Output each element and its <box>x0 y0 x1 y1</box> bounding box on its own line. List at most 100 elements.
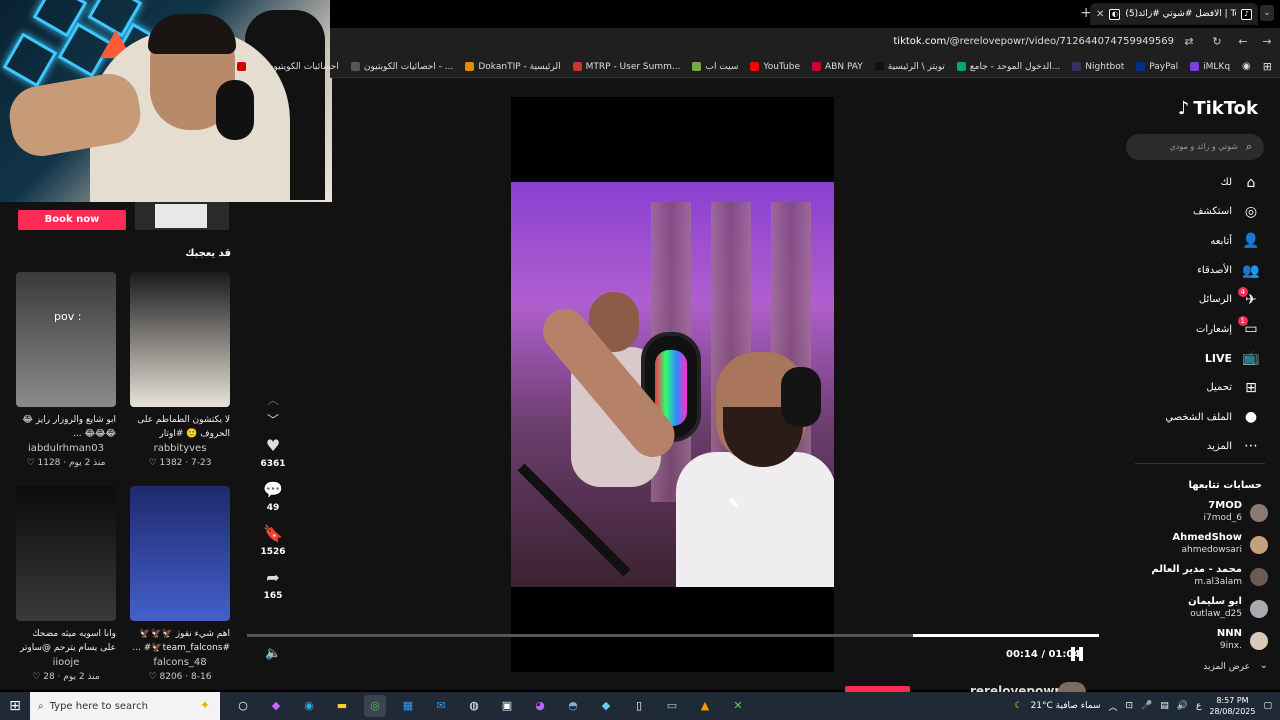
book-now-button[interactable]: Book now <box>18 210 126 230</box>
close-icon[interactable]: ✕ <box>1096 9 1104 20</box>
steam-icon[interactable]: ◓ <box>562 695 584 717</box>
video-person-foreground <box>676 452 834 587</box>
bookmark-item[interactable]: M - احصائيات الكويتيون <box>237 62 339 72</box>
edge-icon[interactable]: ◉ <box>298 695 320 717</box>
bookmark-item[interactable]: تويتر \ الرئيسية <box>874 62 945 72</box>
suggested-video-card[interactable]: لا يكتشون الطماطم على الحروف 🙂 #اوتار #ب… <box>130 272 230 468</box>
author-avatar[interactable] <box>1058 682 1086 692</box>
file-explorer-icon[interactable]: ▬ <box>331 695 353 717</box>
bookmark-favicon-icon <box>572 62 582 71</box>
video-thumbnail[interactable]: pov : <box>16 272 116 407</box>
chevron-up-icon[interactable]: ︿ <box>1108 700 1117 713</box>
following-account[interactable]: NNN 9inx. <box>1099 628 1280 660</box>
store-icon[interactable]: ▦ <box>397 695 419 717</box>
suggested-video-card[interactable]: اهم شيء نفوز 🦅🦅🦅 #team_falcons🦅# ... fal… <box>130 486 230 682</box>
heart-icon[interactable]: ♥ <box>266 436 280 456</box>
might-like-heading: قد يعجبك <box>185 248 231 259</box>
sidebar-item-profile[interactable]: الملف الشخصي ● <box>1099 402 1280 431</box>
sidebar-item-friends[interactable]: الأصدقاء 👥 <box>1099 256 1280 285</box>
comment-icon[interactable]: 💬 <box>263 480 283 500</box>
network-icon[interactable]: ⊡ <box>1126 701 1134 711</box>
windows-start-icon[interactable]: ⊞ <box>0 692 30 720</box>
tab-tiktok[interactable]: ✕ ◐ (5)الأفضل #شوتي #زائد | Tok ♪ <box>1090 3 1258 25</box>
video-player[interactable] <box>511 182 834 587</box>
bookmark-item[interactable]: الدخول الموحد - جامع... <box>956 62 1060 72</box>
share-icon[interactable]: ➦ <box>266 568 279 588</box>
forward-icon[interactable]: → <box>1260 35 1274 49</box>
bookmark-item[interactable]: PayPal <box>1136 62 1178 72</box>
excel-icon[interactable]: ✕ <box>727 695 749 717</box>
video-thumbnail[interactable] <box>130 486 230 621</box>
following-account[interactable]: محمد - مدير العالم m.al3alam <box>1099 564 1280 596</box>
video-thumbnail[interactable] <box>16 486 116 621</box>
taskbar-search[interactable]: ⌕ Type here to search ✦ <box>30 692 220 720</box>
obs-icon[interactable]: ◍ <box>463 695 485 717</box>
chevron-down-icon[interactable]: ⌄ <box>1260 660 1268 671</box>
streamlabs-icon[interactable]: ▲ <box>694 695 716 717</box>
following-account[interactable]: ابو سليمان outlaw_d25 <box>1099 596 1280 628</box>
language-indicator[interactable]: ع <box>1196 701 1201 711</box>
capcut-icon[interactable]: ▣ <box>496 695 518 717</box>
bookmark-item[interactable]: Nightbot <box>1072 62 1124 72</box>
site-settings-icon[interactable]: ⇄ <box>1182 35 1196 49</box>
notification-icon[interactable]: ▢ <box>1263 701 1272 711</box>
video-thumbnail[interactable] <box>130 272 230 407</box>
account-handle: 9inx. <box>1219 641 1242 651</box>
outlook-icon[interactable]: ✉ <box>430 695 452 717</box>
bookmark-item[interactable]: iMLKq <box>1190 62 1230 72</box>
sidebar-item-compass[interactable]: استكشف ◎ <box>1099 197 1280 226</box>
messenger-icon[interactable]: ◕ <box>529 695 551 717</box>
video-caption: وانا اسويه ميثه مضحك على يسام يترحم @ساو… <box>19 629 116 653</box>
video-username[interactable]: falcons_48 <box>130 657 230 668</box>
reload-icon[interactable]: ↻ <box>1210 35 1224 49</box>
back-icon[interactable]: ← <box>1236 35 1250 49</box>
sidebar-item-follow[interactable]: أتابعه 👤 <box>1099 227 1280 256</box>
bookmark-item[interactable]: سيت اب <box>692 62 738 72</box>
tab-search-button[interactable]: ⌄ <box>1260 5 1274 21</box>
url-field[interactable]: tiktok.com/@rerelovepowr/video/712644074… <box>893 36 1174 47</box>
document-icon[interactable]: ▯ <box>628 695 650 717</box>
pause-icon[interactable] <box>1071 647 1083 661</box>
copilot-icon[interactable]: ◆ <box>265 695 287 717</box>
window-icon[interactable]: ▭ <box>661 695 683 717</box>
sidebar-item-home[interactable]: لك ⌂ <box>1099 168 1280 197</box>
microphone-icon[interactable]: 🎤 <box>1141 701 1152 711</box>
speaker-icon[interactable]: 🔊 <box>1177 701 1188 711</box>
sidebar-item-live[interactable]: LIVE 📺 <box>1099 344 1280 373</box>
suggested-video-card[interactable]: pov : ابو شايع والروزار رايز 😂😂😂😂 ... ia… <box>16 272 116 468</box>
tiktok-logo[interactable]: ♪ TikTok <box>1178 98 1258 119</box>
video-username[interactable]: iabdulrhman03 <box>16 443 116 454</box>
chevron-down-icon[interactable]: ﹀ <box>267 410 279 430</box>
bookmark-label: DokanTIP - الرئيسية <box>478 61 561 72</box>
volume-icon[interactable]: 🔈 <box>265 646 281 661</box>
apps-grid-icon[interactable]: ⊞ <box>1263 60 1272 73</box>
bookmark-item[interactable]: DokanTIP - الرئيسية <box>465 61 561 72</box>
sidebar-item-inbox[interactable]: إشعارات ▭ 1 <box>1099 314 1280 343</box>
see-more-link[interactable]: عرض المزيد <box>1203 662 1250 672</box>
video-progress-bar[interactable] <box>247 634 1099 637</box>
weather-text[interactable]: 21°C سماء صافية <box>1031 701 1101 711</box>
clock[interactable]: 8:57 PM 28/08/2025 <box>1209 695 1255 717</box>
sidebar-item-messages[interactable]: الرسائل ✈ 4 <box>1099 285 1280 314</box>
bookmark-label: Nightbot <box>1085 61 1125 72</box>
wifi-icon[interactable]: ▤ <box>1160 701 1169 711</box>
bookmark-item[interactable]: MTRP - User Summ... <box>572 62 680 72</box>
chevron-up-icon[interactable]: ︿ <box>267 390 279 410</box>
cortana-icon[interactable]: ○ <box>232 695 254 717</box>
suggested-video-card[interactable]: وانا اسويه ميثه مضحك على يسام يترحم @ساو… <box>16 486 116 682</box>
bookmark-item[interactable]: ABN PAY <box>812 62 863 72</box>
sidebar-item-upload[interactable]: تحميل ⊞ <box>1099 373 1280 402</box>
copilot-app-icon[interactable]: ◆ <box>595 695 617 717</box>
video-username[interactable]: rabbityves <box>130 443 230 454</box>
search-input[interactable]: شوتي و زائد و مودي <box>1126 134 1264 160</box>
chrome-icon[interactable]: ◎ <box>364 695 386 717</box>
following-account[interactable]: 7MOD i7mod_6 <box>1099 500 1280 532</box>
search-icon[interactable]: ⌕ <box>1246 140 1252 154</box>
bookmark-item[interactable]: احصائيات الكويتيون - ... <box>350 62 453 72</box>
globe-icon[interactable]: ◉ <box>1242 61 1251 72</box>
video-username[interactable]: iiooje <box>16 657 116 668</box>
bookmark-icon[interactable]: 🔖 <box>263 524 283 544</box>
following-account[interactable]: AhmedShow ahmedowsari <box>1099 532 1280 564</box>
bookmark-item[interactable]: YouTube <box>750 62 800 72</box>
sidebar-item-more[interactable]: المزيد ⋯ <box>1099 432 1280 461</box>
